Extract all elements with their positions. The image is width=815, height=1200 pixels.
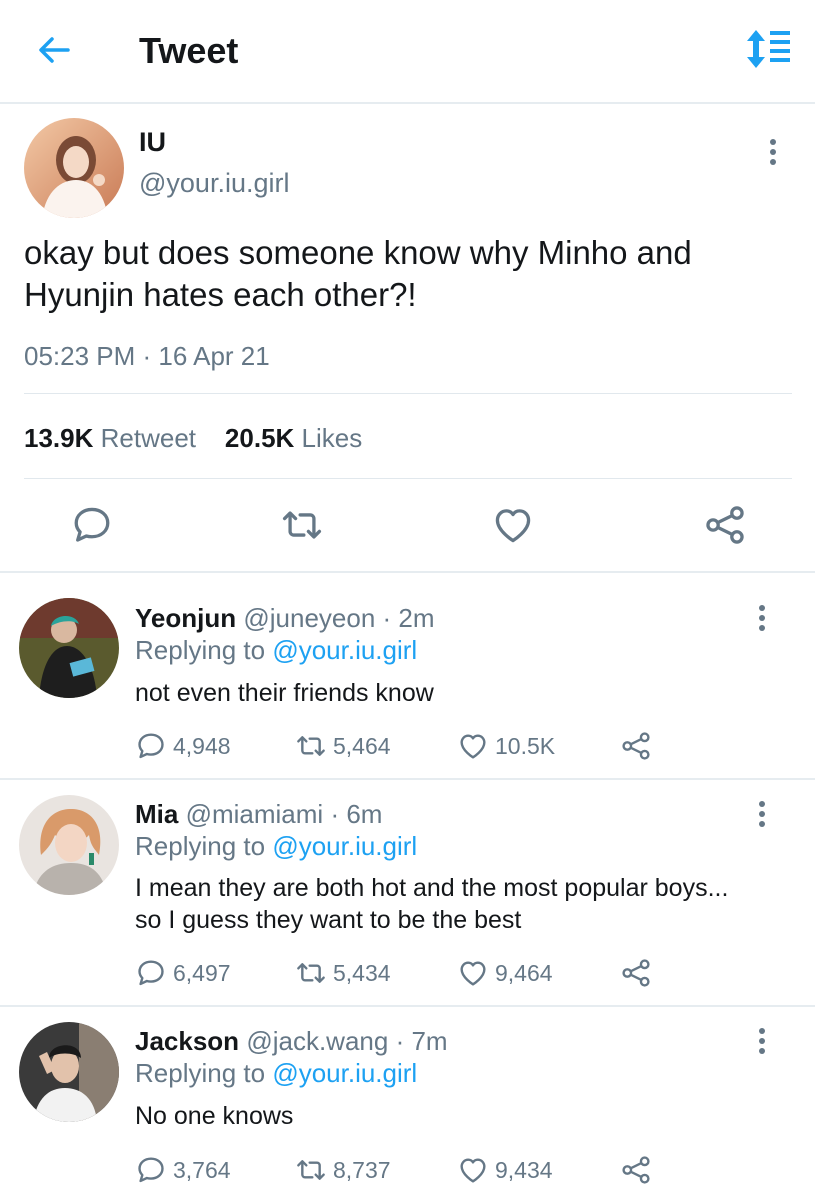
reply-header: Yeonjun @juneyeon · 2m <box>135 603 435 634</box>
reply-text: not even their friends know <box>135 679 434 707</box>
more-options-button[interactable] <box>757 1027 767 1055</box>
reply-avatar[interactable] <box>19 795 119 895</box>
sort-icon <box>747 30 790 68</box>
retweet-icon <box>280 503 324 547</box>
reply-divider <box>0 1005 815 1007</box>
reply-comment-button[interactable]: 6,497 <box>135 957 231 989</box>
reply-time: · 2m <box>382 603 435 633</box>
reply-author-name: Mia <box>135 799 179 829</box>
retweet-count: 5,464 <box>333 732 391 759</box>
likes-count: 20.5K <box>224 423 295 453</box>
more-icon <box>757 604 767 632</box>
comment-count: 6,497 <box>173 959 231 986</box>
reply-comment-button[interactable]: 3,764 <box>135 1154 231 1186</box>
share-button[interactable] <box>703 503 747 547</box>
retweet-icon <box>295 730 327 762</box>
reply-text: No one knows <box>135 1102 294 1130</box>
more-icon <box>757 1027 767 1055</box>
reply-like-button[interactable]: 9,464 <box>457 957 553 989</box>
reply-icon <box>135 1154 167 1186</box>
reply-header: Jackson @jack.wang · 7m <box>135 1026 448 1057</box>
retweet-icon <box>295 957 327 989</box>
header-divider <box>0 102 815 104</box>
more-options-button[interactable] <box>768 138 778 166</box>
divider <box>24 478 792 479</box>
author-name: IU <box>139 127 166 157</box>
reply-author-handle: @juneyeon <box>243 603 376 633</box>
more-options-button[interactable] <box>757 604 767 632</box>
retweet-count: 5,434 <box>333 959 391 986</box>
reply-header: Mia @miamiami · 6m <box>135 799 382 830</box>
reply-icon <box>135 730 167 762</box>
replying-to: Replying to @your.iu.girl <box>135 635 417 666</box>
reply-button[interactable] <box>70 503 114 547</box>
retweet-icon <box>295 1154 327 1186</box>
reply-comment-button[interactable]: 4,948 <box>135 730 231 762</box>
reply-share-button[interactable] <box>620 957 652 989</box>
share-icon <box>620 730 652 762</box>
likes-label[interactable]: Likes <box>302 423 363 453</box>
replying-label: Replying to <box>135 831 266 861</box>
reply-time: · 7m <box>395 1026 448 1056</box>
reply-time: · 6m <box>330 799 383 829</box>
divider <box>24 393 792 394</box>
back-arrow-icon <box>39 37 70 63</box>
reply-icon <box>70 503 114 547</box>
reply-share-button[interactable] <box>620 1154 652 1186</box>
more-options-button[interactable] <box>757 800 767 828</box>
like-button[interactable] <box>491 503 535 547</box>
reply-retweet-button[interactable]: 5,464 <box>295 730 391 762</box>
more-icon <box>768 138 778 166</box>
retweet-count: 8,737 <box>333 1156 391 1183</box>
reply-author-name: Yeonjun <box>135 603 237 633</box>
replying-to: Replying to @your.iu.girl <box>135 1058 417 1089</box>
tweet-text: okay but does someone know why Minho and… <box>24 234 692 313</box>
reply-avatar[interactable] <box>19 1022 119 1122</box>
comment-count: 4,948 <box>173 732 231 759</box>
author-handle: @your.iu.girl <box>139 168 290 198</box>
share-icon <box>620 1154 652 1186</box>
avatar[interactable] <box>24 118 124 218</box>
like-icon <box>491 503 535 547</box>
mention-link[interactable]: @your.iu.girl <box>272 1058 417 1088</box>
tweet-timestamp: 05:23 PM · 16 Apr 21 <box>24 341 270 371</box>
like-count: 9,434 <box>495 1156 553 1183</box>
tweet-stats: 13.9K Retweet 20.5K Likes <box>24 423 362 454</box>
reply-author-handle: @miamiami <box>185 799 324 829</box>
share-icon <box>620 957 652 989</box>
back-button[interactable] <box>36 32 72 68</box>
reply-like-button[interactable]: 9,434 <box>457 1154 553 1186</box>
reply-author-handle: @jack.wang <box>246 1026 389 1056</box>
section-divider <box>0 571 815 573</box>
comment-count: 3,764 <box>173 1156 231 1183</box>
replying-to: Replying to @your.iu.girl <box>135 831 417 862</box>
reply-retweet-button[interactable]: 8,737 <box>295 1154 391 1186</box>
replying-label: Replying to <box>135 635 266 665</box>
reply-retweet-button[interactable]: 5,434 <box>295 957 391 989</box>
more-icon <box>757 800 767 828</box>
reply-divider <box>0 778 815 780</box>
mention-link[interactable]: @your.iu.girl <box>272 635 417 665</box>
retweet-button[interactable] <box>280 503 324 547</box>
reply-author-name: Jackson <box>135 1026 240 1056</box>
share-icon <box>703 503 747 547</box>
like-count: 10.5K <box>495 732 556 759</box>
sort-button[interactable] <box>744 28 792 70</box>
replying-label: Replying to <box>135 1058 266 1088</box>
like-icon <box>457 1154 489 1186</box>
retweets-label[interactable]: Retweet <box>101 423 196 453</box>
like-count: 9,464 <box>495 959 553 986</box>
retweets-count: 13.9K <box>24 423 94 453</box>
like-icon <box>457 730 489 762</box>
reply-icon <box>135 957 167 989</box>
like-icon <box>457 957 489 989</box>
page-title: Tweet <box>139 30 239 71</box>
reply-like-button[interactable]: 10.5K <box>457 730 555 762</box>
reply-share-button[interactable] <box>620 730 652 762</box>
mention-link[interactable]: @your.iu.girl <box>272 831 417 861</box>
reply-avatar[interactable] <box>19 598 119 698</box>
reply-text: I mean they are both hot and the most po… <box>135 874 729 934</box>
